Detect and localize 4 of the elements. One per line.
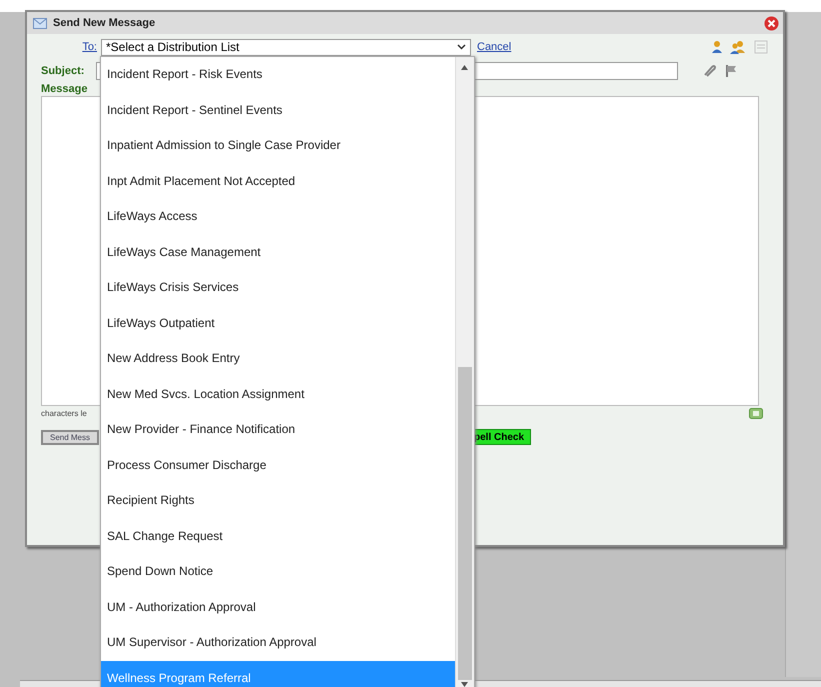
message-label: Message	[41, 83, 88, 95]
characters-left-text: characters le	[41, 408, 87, 418]
dialog-title: Send New Message	[53, 17, 156, 29]
subject-label: Subject:	[41, 65, 84, 77]
